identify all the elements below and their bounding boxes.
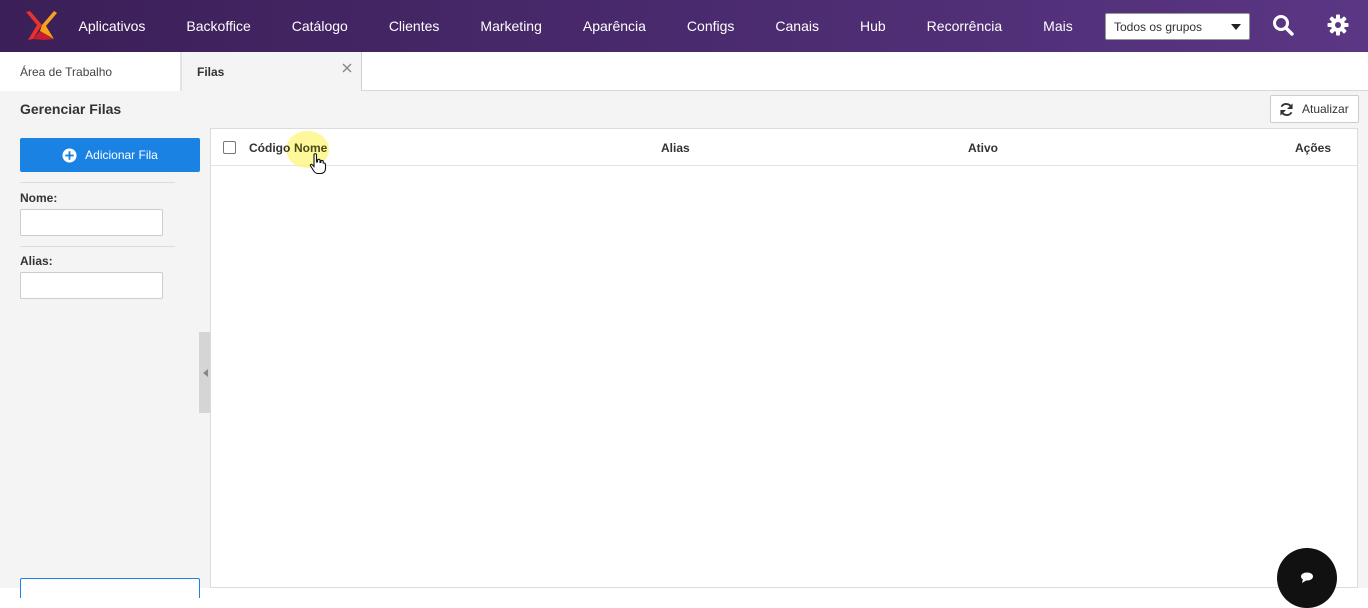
name-input[interactable] xyxy=(20,209,163,236)
column-codigo[interactable]: Código xyxy=(249,129,290,166)
main-menu: Aplicativos Backoffice Catálogo Clientes… xyxy=(58,0,1093,52)
plus-circle-icon xyxy=(62,147,77,163)
gear-icon[interactable] xyxy=(1327,14,1349,36)
add-queue-button[interactable]: Adicionar Fila xyxy=(20,138,200,172)
filter-sidebar: Adicionar Fila Nome: Alias: xyxy=(20,138,200,598)
menu-aplicativos[interactable]: Aplicativos xyxy=(58,0,166,52)
refresh-button[interactable]: Atualizar xyxy=(1270,95,1359,123)
search-filter-button[interactable] xyxy=(20,578,200,598)
logo-icon[interactable] xyxy=(24,9,58,43)
menu-configs[interactable]: Configs xyxy=(666,0,754,52)
hand-cursor-icon xyxy=(309,153,327,175)
menu-canais[interactable]: Canais xyxy=(755,0,840,52)
menu-mais[interactable]: Mais xyxy=(1023,0,1094,52)
tab-label: Área de Trabalho xyxy=(20,64,113,79)
chevron-down-icon xyxy=(1231,23,1241,30)
grid-header: Código Nome Alias Ativo Ações xyxy=(211,129,1357,175)
page-title: Gerenciar Filas xyxy=(20,101,122,117)
menu-aparencia[interactable]: Aparência xyxy=(562,0,666,52)
select-all-checkbox-cell xyxy=(223,129,236,166)
close-icon[interactable] xyxy=(341,62,353,74)
column-alias[interactable]: Alias xyxy=(661,129,690,166)
chat-icon xyxy=(1301,572,1313,583)
menu-marketing[interactable]: Marketing xyxy=(460,0,562,52)
menu-catalogo[interactable]: Catálogo xyxy=(271,0,368,52)
workspace: Gerenciar Filas Atualizar Adicionar Fila… xyxy=(0,91,1368,598)
search-icon[interactable] xyxy=(1272,14,1294,36)
select-all-checkbox[interactable] xyxy=(223,141,236,154)
name-label: Nome: xyxy=(20,191,58,205)
chat-button[interactable] xyxy=(1277,548,1337,608)
menu-backoffice[interactable]: Backoffice xyxy=(166,0,271,52)
divider xyxy=(20,182,175,183)
alias-input[interactable] xyxy=(20,272,163,299)
tab-bar: Área de Trabalho Filas xyxy=(0,52,1368,92)
tab-label: Filas xyxy=(197,65,225,79)
queues-grid: Código Nome Alias Ativo Ações xyxy=(210,128,1358,588)
tab-area-de-trabalho[interactable]: Área de Trabalho xyxy=(0,52,181,91)
chevron-left-icon xyxy=(202,368,208,377)
top-nav-bar: Aplicativos Backoffice Catálogo Clientes… xyxy=(0,0,1368,52)
column-ativo[interactable]: Ativo xyxy=(968,129,998,166)
column-acoes: Ações xyxy=(1295,140,1332,155)
menu-hub[interactable]: Hub xyxy=(839,0,906,52)
menu-clientes[interactable]: Clientes xyxy=(368,0,460,52)
menu-recorrencia[interactable]: Recorrência xyxy=(906,0,1022,52)
divider xyxy=(20,246,175,247)
refresh-label: Atualizar xyxy=(1302,102,1349,116)
add-queue-label: Adicionar Fila xyxy=(85,148,158,162)
group-select-value: Todos os grupos xyxy=(1114,19,1203,34)
alias-label: Alias: xyxy=(20,254,53,268)
tab-filas[interactable]: Filas xyxy=(181,52,362,92)
refresh-icon xyxy=(1280,102,1293,116)
group-select[interactable]: Todos os grupos xyxy=(1105,13,1250,40)
